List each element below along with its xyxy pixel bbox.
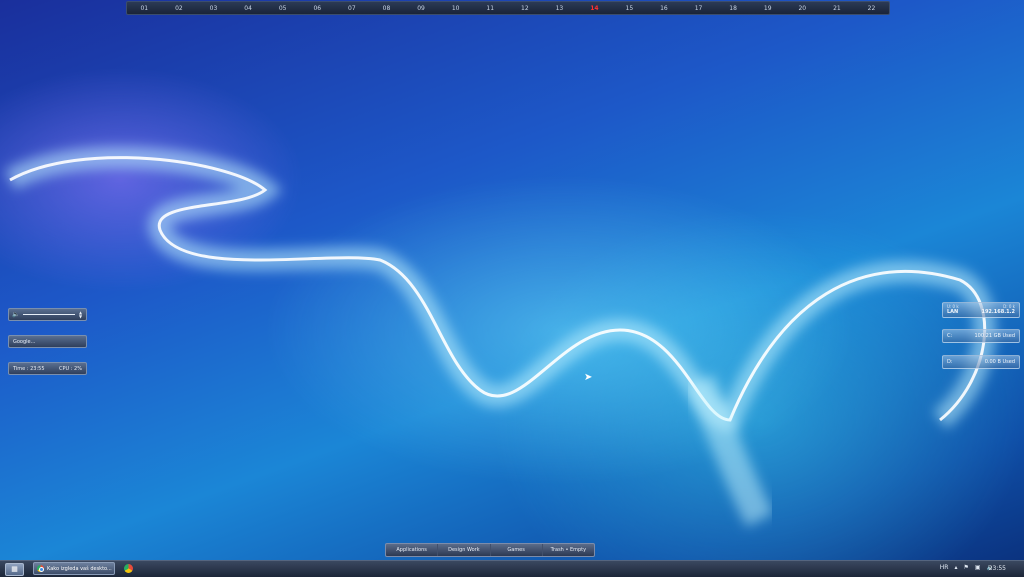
calendar-day: 19 — [763, 4, 772, 12]
calendar-day: 13 — [555, 4, 564, 12]
calendar-day: 01 — [140, 4, 149, 12]
calendar-day: 22 — [867, 4, 876, 12]
mouse-cursor-icon: ➤ — [584, 372, 593, 383]
cpu-readout: CPU : 2% — [59, 366, 82, 372]
lan-widget: U: 0 k D: 0 k LAN 192.168.1.2 — [942, 302, 1020, 318]
drive-c-label: C: — [947, 333, 953, 339]
language-indicator[interactable]: HR — [940, 564, 949, 571]
calendar-day: 07 — [348, 4, 356, 12]
calendar-day: 06 — [313, 4, 322, 12]
calendar-day: 10 — [451, 4, 460, 12]
calendar-day: 17 — [694, 4, 703, 12]
calendar-day: 16 — [660, 4, 668, 12]
google-search-placeholder: Google... — [13, 339, 36, 345]
taskbar-clock[interactable]: 23:55 — [989, 565, 1006, 572]
dock-item-trash[interactable]: Trash • Empty — [543, 544, 594, 556]
drive-d-usage: 0.00 B Used — [984, 359, 1015, 365]
calendar-day: 12 — [521, 4, 529, 12]
calendar-day: 18 — [729, 4, 737, 12]
dock-item-games[interactable]: Games — [491, 544, 543, 556]
system-stats-widget: Time : 23:55 CPU : 2% — [8, 362, 87, 375]
calendar-day: 03 — [209, 4, 218, 12]
drive-d-widget: D: 0.00 B Used — [942, 355, 1020, 369]
calendar-day: 04 — [244, 4, 252, 12]
light-wave-wallpaper — [4, 146, 996, 527]
calendar-day: 08 — [382, 4, 391, 12]
drive-c-usage: 100.21 GB Used — [974, 333, 1016, 339]
start-icon: ▦ — [11, 565, 18, 573]
system-tray: HR ▴ ⚑ ▣ 🔈 — [940, 564, 994, 571]
time-readout: Time : 23:55 — [13, 366, 45, 372]
launcher-dock: Applications Design Work Games Trash • E… — [385, 543, 595, 557]
calendar-day: 21 — [833, 4, 841, 12]
start-button[interactable]: ▦ — [5, 563, 24, 576]
taskbar-window-title: Kako izgleda vaš deskto... — [47, 565, 112, 572]
network-icon[interactable]: ▣ — [975, 564, 981, 571]
calendar-day: 20 — [798, 4, 807, 12]
calendar-day: 02 — [175, 4, 183, 12]
calendar-day: 11 — [486, 4, 495, 12]
calendar-strip: 01 02 03 04 05 06 07 08 09 10 11 12 13 14 15 16 17 18 19 20… — [126, 1, 890, 15]
calendar-day: 09 — [417, 4, 425, 12]
dock-item-design-work[interactable]: Design Work — [438, 544, 491, 556]
tray-arrow-icon[interactable]: ▴ — [954, 564, 957, 571]
drive-d-label: D: — [947, 359, 953, 365]
drive-c-widget: C: 100.21 GB Used — [942, 329, 1020, 343]
calendar-day: 15 — [625, 4, 634, 12]
volume-slider[interactable] — [23, 314, 75, 315]
lan-ip: 192.168.1.2 — [981, 309, 1015, 315]
taskbar: ▦ Kako izgleda vaš deskto... HR ▴ ⚑ ▣ 🔈 … — [0, 560, 1024, 577]
taskbar-window-chrome[interactable]: Kako izgleda vaš deskto... — [33, 562, 115, 575]
dock-item-applications[interactable]: Applications — [386, 544, 439, 556]
speaker-icon: 🔈 — [12, 311, 20, 318]
action-center-flag-icon[interactable]: ⚑ — [963, 564, 968, 571]
calendar-day: 05 — [278, 4, 287, 12]
volume-arrows-icon[interactable]: ▲ ▼ — [79, 310, 84, 319]
quicklaunch-chrome-icon[interactable] — [124, 564, 133, 573]
volume-widget[interactable]: 🔈 ▲ ▼ — [8, 308, 87, 321]
chrome-icon — [37, 565, 44, 572]
lan-label: LAN — [947, 309, 959, 315]
calendar-day: 14 — [590, 4, 599, 12]
google-search-widget[interactable]: Google... — [8, 335, 87, 348]
